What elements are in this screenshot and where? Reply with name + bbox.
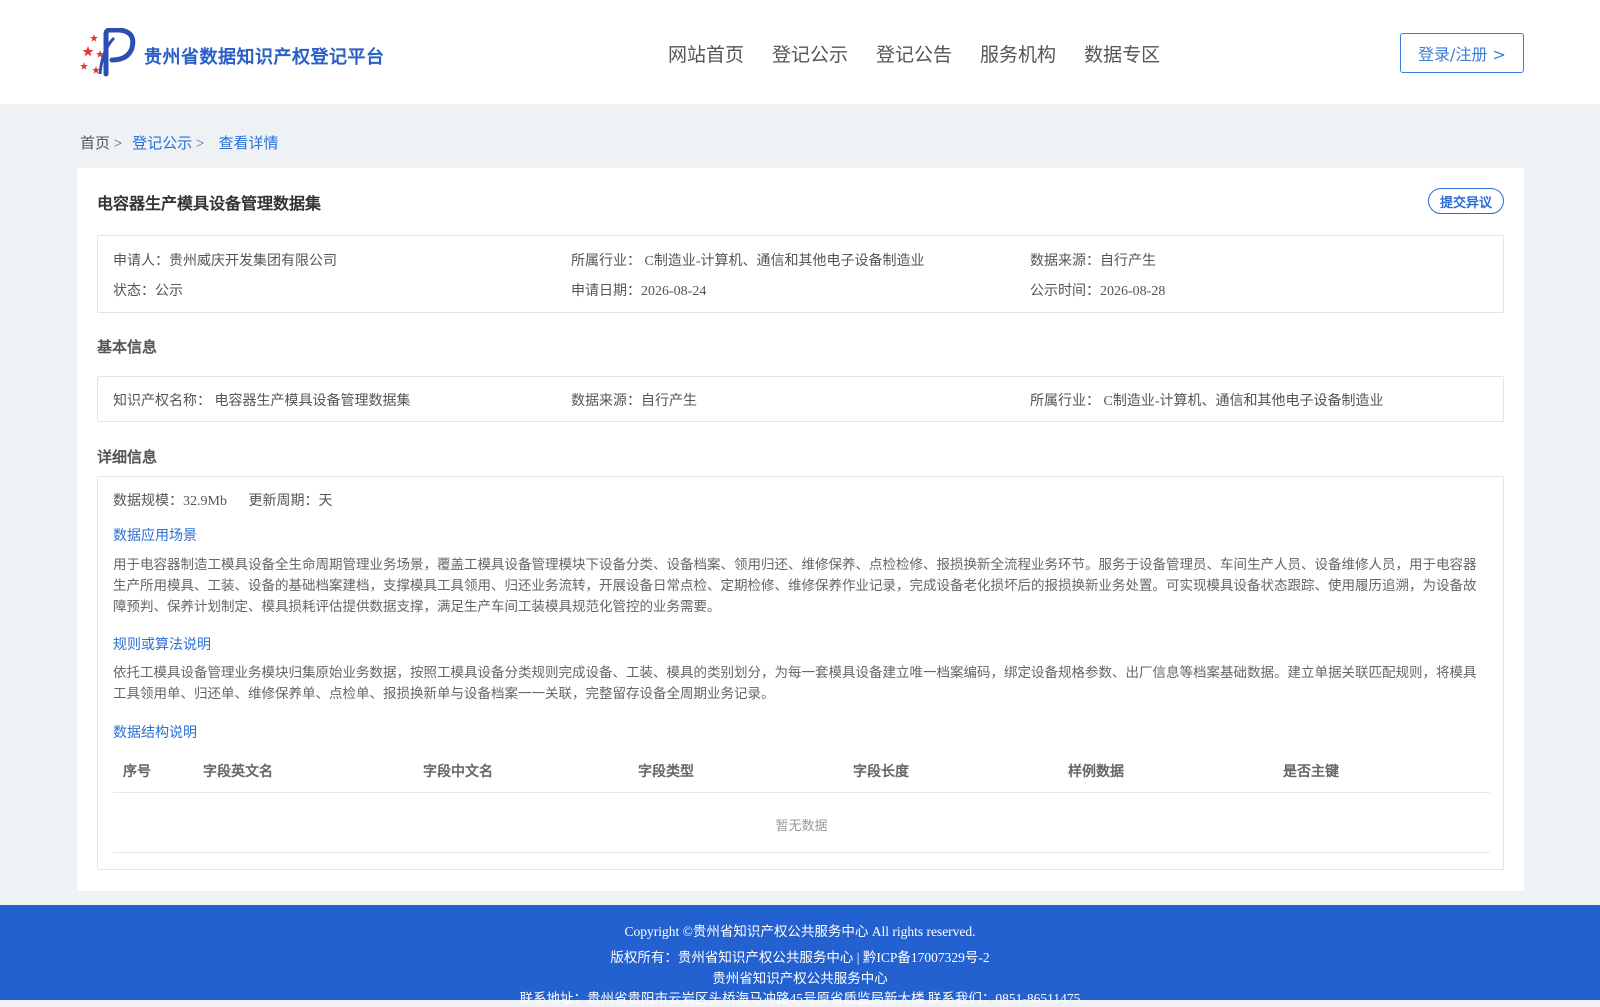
scenario-title: 数据应用场景 [113, 529, 197, 544]
status: 状态：公示 [113, 284, 183, 299]
main-nav: 网站首页 登记公示 登记公告 服务机构 数据专区 [668, 40, 1188, 67]
detail-info-title: 详细信息 [97, 448, 158, 466]
rules-title: 规则或算法说明 [113, 638, 211, 653]
dataset-title: 电容器生产模具设备管理数据集 [97, 194, 322, 213]
data-scale: 数据规模：32.9Mb [113, 494, 227, 509]
nav-registration-announcement[interactable]: 登记公告 [876, 40, 952, 67]
th-length: 字段长度 [853, 764, 909, 780]
detail-info-box: 数据规模：32.9Mb 更新周期：天 数据应用场景 用于电容器制造工模具设备全生… [97, 476, 1504, 870]
data-source: 数据来源：自行产生 [1030, 254, 1156, 269]
basic-info-title: 基本信息 [97, 338, 158, 356]
footer-contact: 联系地址：贵州省贵阳市云岩区头桥海马冲路45号原省质监局新大楼 联系我们：085… [519, 991, 1081, 1006]
industry: 所属行业： C制造业-计算机、通信和其他电子设备制造业 [571, 254, 925, 269]
nav-registration-publicity[interactable]: 登记公示 [772, 40, 848, 67]
footer-copyright: Copyright ©贵州省知识产权公共服务中心 All rights rese… [624, 924, 976, 939]
breadcrumb-current: 查看详情 [218, 136, 279, 152]
apply-date: 申请日期：2026-08-24 [571, 284, 707, 299]
basic-data-source: 数据来源：自行产生 [571, 394, 697, 409]
scale-line: 数据规模：32.9Mb 更新周期：天 [113, 490, 350, 510]
nav-service-agencies[interactable]: 服务机构 [980, 40, 1056, 67]
summary-box: 申请人：贵州威庆开发集团有限公司 所属行业： C制造业-计算机、通信和其他电子设… [97, 235, 1504, 313]
publish-date: 公示时间：2026-08-28 [1030, 284, 1166, 299]
th-primary-key: 是否主键 [1283, 764, 1339, 780]
site-footer: Copyright ©贵州省知识产权公共服务中心 All rights rese… [0, 905, 1600, 1006]
update-cycle: 更新周期：天 [248, 494, 333, 509]
th-type: 字段类型 [638, 764, 694, 780]
structure-table: 序号 字段英文名 字段中文名 字段类型 字段长度 样例数据 是否主键 暂无数据 [113, 745, 1490, 853]
empty-state: 暂无数据 [775, 818, 828, 833]
site-header: 贵州省数据知识产权登记平台 网站首页 登记公示 登记公告 服务机构 数据专区 登… [0, 0, 1600, 104]
structure-title: 数据结构说明 [113, 726, 197, 741]
breadcrumb: 首页 > 登记公示 > 查看详情 [80, 132, 278, 153]
footer-org: 贵州省知识产权公共服务中心 [712, 971, 888, 986]
th-cn-name: 字段中文名 [423, 764, 493, 780]
applicant: 申请人：贵州威庆开发集团有限公司 [113, 254, 337, 269]
nav-home[interactable]: 网站首页 [668, 40, 744, 67]
table-header: 序号 字段英文名 字段中文名 字段类型 字段长度 样例数据 是否主键 [113, 745, 1490, 793]
th-index: 序号 [123, 764, 151, 780]
breadcrumb-home[interactable]: 首页 > [80, 132, 122, 153]
ip-name: 知识产权名称： 电容器生产模具设备管理数据集 [113, 394, 411, 409]
submit-objection-button[interactable]: 提交异议 [1428, 188, 1504, 214]
login-register-button[interactable]: 登录/注册 > [1400, 33, 1524, 73]
table-body: 暂无数据 [113, 793, 1490, 853]
detail-panel: 电容器生产模具设备管理数据集 提交异议 申请人：贵州威庆开发集团有限公司 所属行… [77, 168, 1524, 891]
scenario-text: 用于电容器制造工模具设备全生命周期管理业务场景，覆盖工模具设备管理模块下设备分类… [113, 557, 1477, 614]
site-title[interactable]: 贵州省数据知识产权登记平台 [144, 43, 385, 69]
basic-industry: 所属行业： C制造业-计算机、通信和其他电子设备制造业 [1030, 394, 1384, 409]
rules-text: 依托工模具设备管理业务模块归集原始业务数据，按照工模具设备分类规则完成设备、工装… [113, 665, 1477, 701]
footer-rights[interactable]: 版权所有：贵州省知识产权公共服务中心 | 黔ICP备17007329号-2 [0, 946, 1600, 966]
th-en-name: 字段英文名 [203, 764, 273, 780]
basic-info-box: 知识产权名称： 电容器生产模具设备管理数据集 数据来源：自行产生 所属行业： C… [97, 376, 1504, 422]
nav-data-zone[interactable]: 数据专区 [1084, 40, 1160, 67]
platform-logo[interactable] [80, 27, 138, 78]
th-sample: 样例数据 [1068, 764, 1124, 780]
breadcrumb-section[interactable]: 登记公示 > [132, 132, 204, 153]
